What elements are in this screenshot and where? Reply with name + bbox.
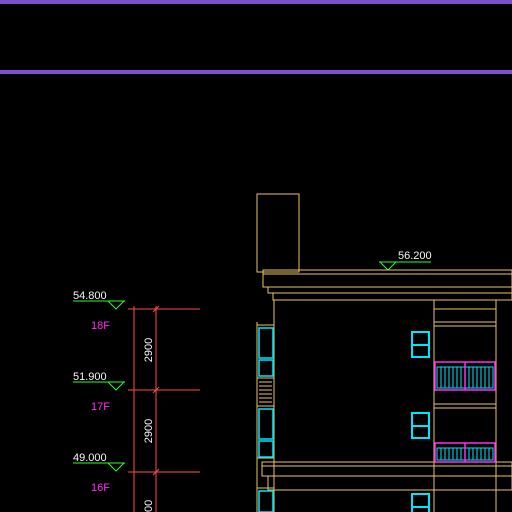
level-elevation-text: 51.900: [73, 371, 107, 383]
dimension-text-2: 2900: [143, 419, 155, 443]
level-marker-17f: 51.900 17F: [73, 371, 126, 413]
window-18f: [411, 331, 430, 358]
dimension-text-3: 2900: [143, 500, 155, 512]
level-marker-16f: 49.000 16F: [73, 452, 126, 494]
floor-label: 16F: [91, 482, 110, 494]
dimension-text-1: 2900: [143, 338, 155, 362]
balcony-railing-17f: [434, 442, 496, 463]
level-elevation-text: 54.800: [73, 290, 107, 302]
building-elevation: [256, 193, 512, 512]
level-elevation-text: 49.000: [73, 452, 107, 464]
dimension-chain: [128, 305, 200, 512]
toolbar-separator-line: [0, 70, 512, 74]
top-band-line: [0, 0, 512, 4]
side-windows: [258, 327, 274, 512]
level-marker-roof: 56.200: [378, 250, 432, 271]
level-marker-18f: 54.800 18F: [73, 290, 126, 332]
balcony-railing-18f: [434, 361, 496, 391]
window-17f: [411, 412, 430, 439]
level-elevation-text: 56.200: [398, 250, 432, 262]
window-16f: [411, 493, 430, 512]
floor-label: 17F: [91, 401, 110, 413]
floor-label: 18F: [91, 320, 110, 332]
cad-elevation-drawing: 2900 2900 2900 54.800 18F 51.900 17F 49.…: [0, 0, 512, 512]
